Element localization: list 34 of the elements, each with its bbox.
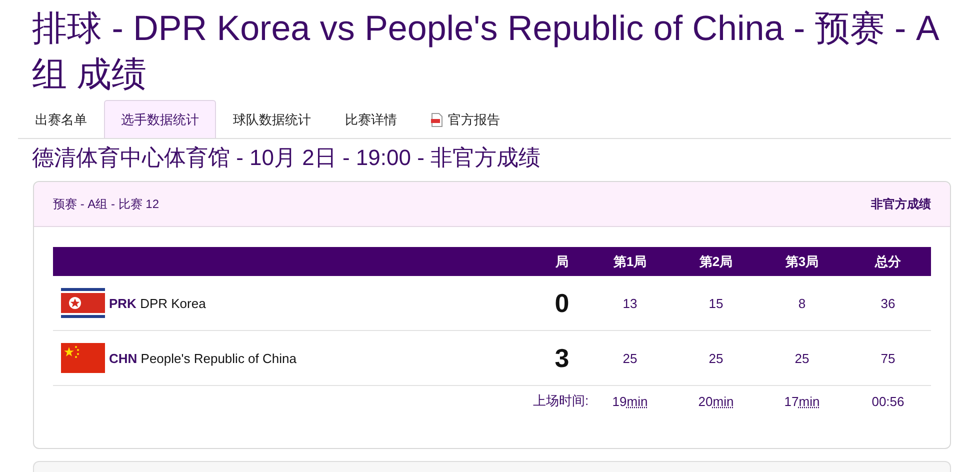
score-cell-text: 25 [794,350,810,366]
duration-cell-text: 17min [783,394,821,408]
column-header: 局 [554,252,570,270]
score-cell-text: 13 [622,296,638,310]
duration-cell-text: 00:56 [870,394,906,408]
tab[interactable]: 比赛详情 [328,100,414,138]
column-header: 第3局 [784,252,820,270]
score-cell-text: 25 [622,350,638,366]
venue-heading: 德清体育中心体育馆 - 10月 2日 - 19:00 - 非官方成绩 [32,144,542,172]
sets-won: 3 [554,342,570,374]
status-label: 非官方成绩 [871,196,931,212]
score-cell-text: 36 [880,296,896,310]
tab[interactable]: 出赛名单 [18,100,104,138]
duration-cell-text: 20min [697,394,735,408]
team-name: CHN People's Republic of China [109,350,296,366]
flag-icon [61,343,105,373]
score-cell-text: 25 [708,350,724,366]
column-header: 第2局 [698,252,734,270]
tab[interactable]: 官方报告 [414,100,517,138]
sets-won: 0 [554,288,570,318]
team-name: PRK DPR Korea [109,296,206,310]
phase-label: 预赛 - A组 - 比赛 12 [53,196,160,212]
flag-icon [61,288,105,318]
pdf-icon [431,112,443,126]
duration-cell-text: 19min [611,394,649,408]
duration-label: 上场时间: [533,392,587,410]
column-header: 第1局 [612,252,648,270]
tab[interactable]: 选手数据统计 [104,100,216,138]
score-cell-text: 8 [797,296,807,310]
column-header: 总分 [874,252,902,270]
score-cell-text: 75 [880,350,896,366]
tab[interactable]: 球队数据统计 [216,100,328,138]
score-cell-text: 15 [708,296,724,310]
page-title: 排球 - DPR Korea vs People's Republic of China - 预赛 - A组 成绩 [32,8,940,96]
